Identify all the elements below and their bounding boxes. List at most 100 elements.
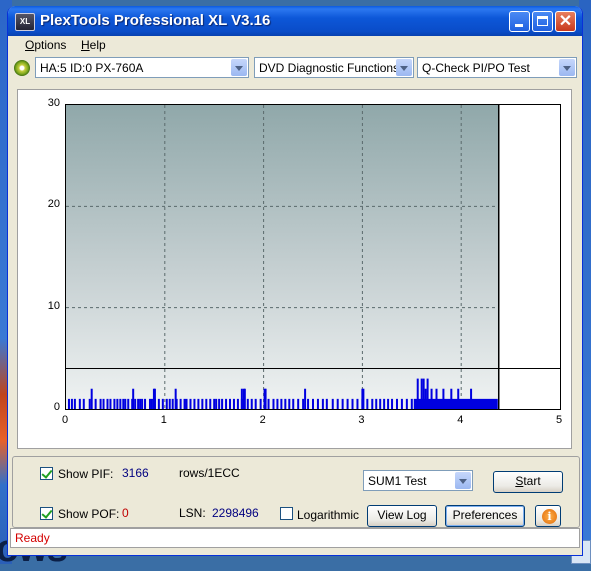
- chart-bar: [109, 398, 112, 409]
- chart-bar: [122, 398, 125, 409]
- chart-bar: [375, 398, 378, 409]
- close-icon: ✕: [558, 13, 573, 30]
- chart-bar: [197, 398, 200, 409]
- chart-bar: [331, 398, 334, 409]
- menu-help-label: elp: [89, 38, 106, 52]
- chart-bar: [67, 398, 70, 409]
- chart-bar: [304, 388, 307, 409]
- chart-bar: [435, 388, 438, 409]
- chart-bar: [225, 398, 228, 409]
- x-tick-label: 0: [62, 414, 69, 426]
- chart-bar: [430, 388, 433, 409]
- chart-bar: [119, 398, 122, 409]
- view-log-button[interactable]: View Log: [367, 505, 437, 527]
- x-tick-label: 3: [358, 414, 365, 426]
- y-tick-label: 0: [53, 401, 60, 413]
- x-tick-label: 1: [160, 414, 167, 426]
- chart-bar: [139, 398, 142, 409]
- chart-bar: [165, 398, 168, 409]
- chart-bar: [157, 398, 160, 409]
- chart-bar: [94, 398, 97, 409]
- chart-bar: [405, 398, 408, 409]
- minimize-button[interactable]: [509, 11, 530, 32]
- chart-bar: [424, 388, 427, 409]
- chart-bar: [307, 398, 310, 409]
- chart-bar: [127, 398, 130, 409]
- menu-help[interactable]: Help: [81, 38, 106, 52]
- y-tick-label: 30: [47, 97, 60, 109]
- chart-bar: [366, 398, 369, 409]
- show-pof-checkbox[interactable]: [40, 507, 53, 520]
- chart-bar: [395, 398, 398, 409]
- menu-options-label: ptions: [34, 38, 67, 52]
- chart-bar: [400, 398, 403, 409]
- chart-bar: [362, 388, 365, 409]
- chart-bar: [185, 398, 188, 409]
- show-pof-label: Show POF:: [58, 507, 120, 521]
- app-logo-icon: XL: [15, 13, 35, 31]
- chart-bar: [168, 398, 171, 409]
- chart-bar: [82, 398, 85, 409]
- chevron-down-icon[interactable]: [559, 59, 575, 76]
- chart-bar: [161, 398, 164, 409]
- chart-bar: [113, 398, 116, 409]
- chart-bar: [102, 398, 105, 409]
- chart-bar: [246, 398, 249, 409]
- chart-bar: [272, 398, 275, 409]
- logarithmic-label: Logarithmic: [297, 508, 360, 522]
- chart-bar: [215, 398, 218, 409]
- chart-bar: [426, 378, 429, 409]
- show-pif-checkbox[interactable]: [40, 467, 53, 480]
- menu-options[interactable]: Options: [25, 38, 66, 52]
- chart-bar: [410, 398, 413, 409]
- close-button[interactable]: ✕: [555, 11, 576, 32]
- info-button[interactable]: i: [535, 505, 561, 527]
- chart-bar: [221, 398, 224, 409]
- window-title: PlexTools Professional XL V3.16: [40, 12, 271, 29]
- maximize-icon: [537, 16, 548, 26]
- chart-bar: [356, 398, 359, 409]
- test-select[interactable]: Q-Check PI/PO Test: [417, 57, 577, 78]
- drive-select[interactable]: HA:5 ID:0 PX-760A: [35, 57, 249, 78]
- chart-bar: [73, 398, 76, 409]
- chart-bar: [201, 398, 204, 409]
- menu-bar: Options Help: [8, 36, 582, 55]
- pi-po-chart: [66, 105, 560, 409]
- chevron-down-icon[interactable]: [231, 59, 247, 76]
- function-select[interactable]: DVD Diagnostic Functions: [254, 57, 414, 78]
- title-bar[interactable]: XL PlexTools Professional XL V3.16 ✕: [8, 6, 582, 36]
- chart-bar: [292, 398, 295, 409]
- chart-bar: [141, 398, 144, 409]
- chart-bar: [209, 398, 212, 409]
- chart-bar: [124, 398, 127, 409]
- chart-bar: [276, 398, 279, 409]
- chart-bar: [205, 398, 208, 409]
- chart-bar: [236, 398, 239, 409]
- chart-bar: [267, 398, 270, 409]
- chart-bar: [179, 398, 182, 409]
- chart-bar: [171, 398, 174, 409]
- drive-select-value: HA:5 ID:0 PX-760A: [40, 61, 144, 75]
- chart-bar: [132, 388, 135, 409]
- sum-test-select[interactable]: SUM1 Test: [363, 470, 473, 491]
- chart-bar: [383, 398, 386, 409]
- chart-bar: [284, 398, 287, 409]
- chart-bar: [470, 388, 473, 409]
- chart-bar: [316, 398, 319, 409]
- pof-value: 0: [122, 506, 129, 520]
- start-button[interactable]: Start: [493, 471, 563, 493]
- chart-bar: [183, 398, 186, 409]
- lsn-value: 2298496: [212, 506, 259, 520]
- chevron-down-icon[interactable]: [396, 59, 412, 76]
- chart-plot-area: [65, 104, 561, 410]
- chart-bar: [134, 398, 137, 409]
- chevron-down-icon[interactable]: [455, 472, 471, 489]
- y-tick-label: 10: [47, 299, 60, 312]
- logarithmic-checkbox[interactable]: [280, 507, 293, 520]
- preferences-button[interactable]: Preferences: [445, 505, 525, 527]
- test-select-value: Q-Check PI/PO Test: [422, 61, 530, 75]
- chart-bar: [351, 398, 354, 409]
- chart-bar: [152, 388, 155, 409]
- unscanned-region: [498, 105, 560, 409]
- maximize-button[interactable]: [532, 11, 553, 32]
